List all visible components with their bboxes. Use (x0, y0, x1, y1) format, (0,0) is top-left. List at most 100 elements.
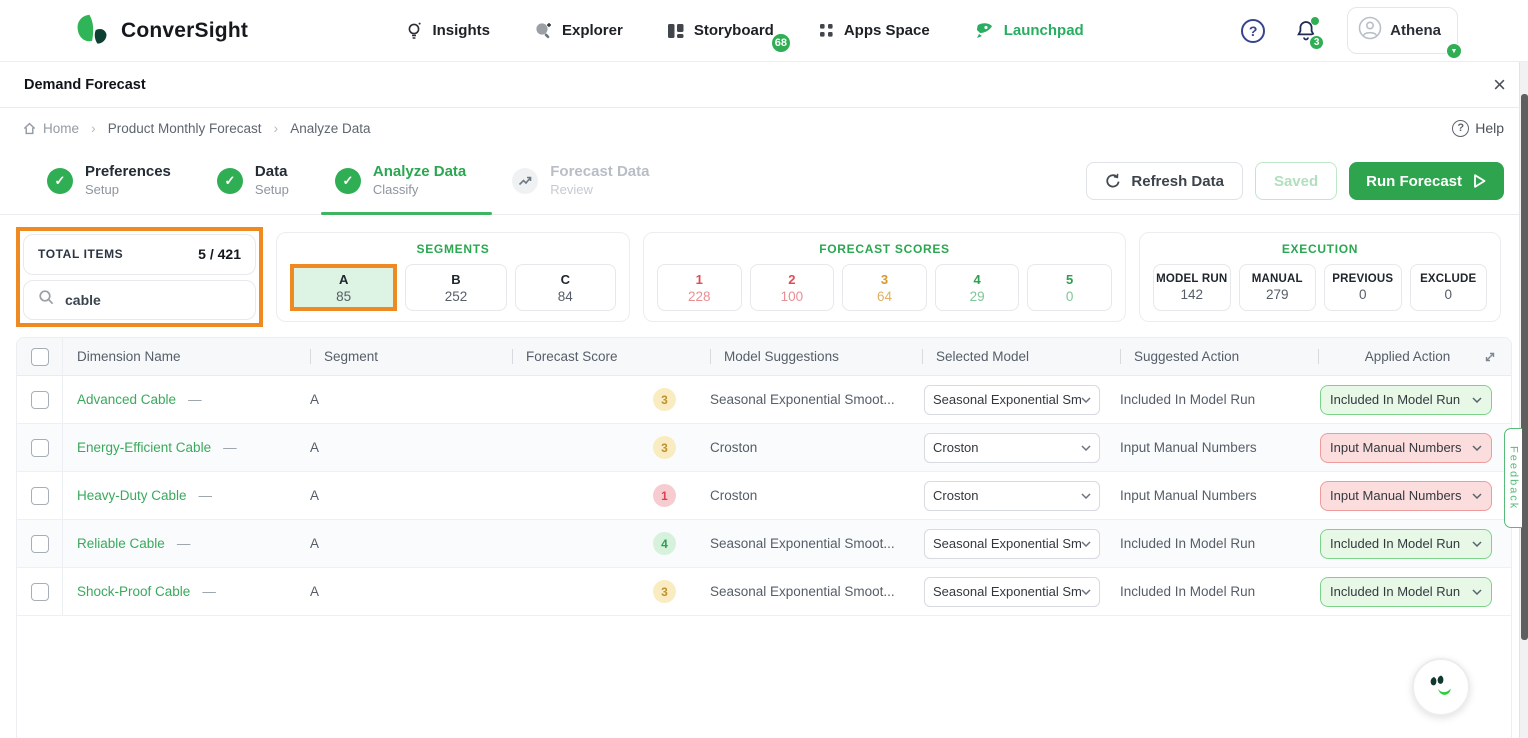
storyboard-count-badge: 68 (770, 32, 792, 54)
score-card-4[interactable]: 4 29 (935, 264, 1020, 311)
scrollbar-thumb[interactable] (1521, 94, 1528, 640)
execution-card-model-run[interactable]: MODEL RUN 142 (1153, 264, 1231, 311)
dimension-name-link[interactable]: Shock-Proof Cable (77, 584, 190, 599)
select-all-checkbox[interactable] (31, 348, 49, 366)
dimension-name-link[interactable]: Reliable Cable (77, 536, 165, 551)
refresh-data-button[interactable]: Refresh Data (1086, 162, 1243, 200)
search-box[interactable] (23, 280, 256, 321)
modal-titlebar: Demand Forecast × (0, 62, 1528, 108)
saved-button[interactable]: Saved (1255, 162, 1337, 200)
row-dash: — (188, 392, 202, 407)
selected-model-dropdown[interactable]: Seasonal Exponential Smoothing (924, 577, 1100, 607)
row-checkbox[interactable] (31, 535, 49, 553)
selected-model-dropdown[interactable]: Croston (924, 433, 1100, 463)
forecast-score-badge: 3 (653, 388, 676, 411)
feedback-tab[interactable]: Feedback (1504, 428, 1522, 528)
chevron-down-icon (1472, 541, 1482, 547)
table-row: Shock-Proof Cable — A 3 Seasonal Exponen… (17, 568, 1511, 616)
scrollbar-track[interactable] (1519, 62, 1528, 738)
step-analyze-data[interactable]: ✓ Analyze Data Classify (335, 148, 466, 214)
applied-action-dropdown[interactable]: Included In Model Run (1320, 529, 1492, 559)
table-row: Heavy-Duty Cable — A 1 Croston Croston I… (17, 472, 1511, 520)
filter-panels: TOTAL ITEMS 5 / 421 SEGMENTS A 85 (16, 227, 1512, 327)
total-items-card: TOTAL ITEMS 5 / 421 (23, 234, 256, 275)
selected-model-dropdown[interactable]: Seasonal Exponential Smoothing (924, 385, 1100, 415)
chevron-down-icon (1081, 541, 1091, 547)
breadcrumb-home[interactable]: Home (22, 121, 79, 136)
col-suggested-action: Suggested Action (1106, 349, 1304, 364)
brand-name: ConverSight (121, 19, 248, 43)
breadcrumb-item[interactable]: Product Monthly Forecast (108, 121, 262, 136)
forecast-score-badge: 4 (653, 532, 676, 555)
nav-item-apps-space[interactable]: Apps Space (818, 22, 930, 39)
user-menu[interactable]: Athena (1347, 7, 1458, 54)
user-dropdown-arrow-icon[interactable] (1446, 43, 1462, 59)
chevron-down-icon (1081, 445, 1091, 451)
brand-logo[interactable]: ConverSight (75, 13, 248, 49)
launchpad-rocket-icon (974, 21, 995, 41)
applied-action-dropdown[interactable]: Included In Model Run (1320, 577, 1492, 607)
score-card-3[interactable]: 3 64 (842, 264, 927, 311)
segments-title: SEGMENTS (290, 242, 616, 256)
nav-item-insights[interactable]: Insights (405, 21, 490, 41)
segment-card-b[interactable]: B 252 (405, 264, 506, 311)
score-card-1[interactable]: 1 228 (657, 264, 742, 311)
step-preferences[interactable]: ✓ Preferences Setup (47, 148, 171, 214)
selected-model-dropdown[interactable]: Seasonal Exponential Smoothing (924, 529, 1100, 559)
help-link[interactable]: Help (1452, 120, 1504, 137)
forecast-score-badge: 3 (653, 580, 676, 603)
nav-item-label: Insights (432, 22, 490, 39)
chevron-down-icon (1081, 493, 1091, 499)
breadcrumb-separator-icon: › (274, 120, 279, 136)
close-icon[interactable]: × (1493, 74, 1506, 96)
help-circle-icon[interactable] (1241, 19, 1265, 43)
model-suggestion: Seasonal Exponential Smoot... (696, 392, 908, 407)
modal-title: Demand Forecast (24, 77, 146, 93)
execution-card-previous[interactable]: PREVIOUS 0 (1324, 264, 1402, 311)
refresh-icon (1105, 173, 1121, 189)
selected-model-dropdown[interactable]: Croston (924, 481, 1100, 511)
score-card-5[interactable]: 5 0 (1027, 264, 1112, 311)
check-circle-icon: ✓ (335, 168, 361, 194)
applied-action-dropdown[interactable]: Input Manual Numbers (1320, 433, 1492, 463)
search-input[interactable] (65, 292, 205, 308)
home-icon (22, 121, 37, 136)
conversight-smiley-icon (1424, 670, 1458, 704)
step-forecast-data[interactable]: Forecast Data Review (512, 148, 649, 214)
segment-card-a[interactable]: A 85 (290, 264, 397, 311)
nav-item-storyboard[interactable]: Storyboard 68 (667, 22, 774, 40)
storyboard-icon (667, 22, 685, 40)
execution-title: EXECUTION (1153, 242, 1487, 256)
col-selected-model: Selected Model (908, 349, 1106, 364)
execution-card-manual[interactable]: MANUAL 279 (1239, 264, 1317, 311)
notification-dot (1311, 17, 1319, 25)
row-checkbox[interactable] (31, 487, 49, 505)
score-card-2[interactable]: 2 100 (750, 264, 835, 311)
dimension-name-link[interactable]: Advanced Cable (77, 392, 176, 407)
insights-bulb-icon (405, 21, 423, 41)
row-checkbox[interactable] (31, 391, 49, 409)
chevron-down-icon (1472, 589, 1482, 595)
suggested-action: Input Manual Numbers (1106, 488, 1304, 503)
assistant-chat-bubble[interactable] (1412, 658, 1470, 716)
run-forecast-button[interactable]: Run Forecast (1349, 162, 1504, 200)
notifications-bell-icon[interactable]: 3 (1295, 19, 1317, 43)
primary-nav: Insights Explorer (405, 21, 1083, 41)
nav-item-label: Storyboard (694, 22, 774, 39)
page: ConverSight Insights (0, 0, 1528, 738)
conversight-logo-icon (75, 13, 111, 49)
nav-item-launchpad[interactable]: Launchpad (974, 21, 1084, 41)
row-checkbox[interactable] (31, 439, 49, 457)
action-buttons: Refresh Data Saved Run Forecast (1086, 162, 1504, 200)
dimension-name-link[interactable]: Heavy-Duty Cable (77, 488, 187, 503)
expand-table-icon[interactable] (1483, 350, 1497, 364)
nav-item-explorer[interactable]: Explorer (534, 21, 623, 40)
segment-card-c[interactable]: C 84 (515, 264, 616, 311)
chevron-down-icon (1081, 589, 1091, 595)
execution-card-exclude[interactable]: EXCLUDE 0 (1410, 264, 1488, 311)
applied-action-dropdown[interactable]: Input Manual Numbers (1320, 481, 1492, 511)
step-data[interactable]: ✓ Data Setup (217, 148, 289, 214)
applied-action-dropdown[interactable]: Included In Model Run (1320, 385, 1492, 415)
dimension-name-link[interactable]: Energy-Efficient Cable (77, 440, 211, 455)
row-checkbox[interactable] (31, 583, 49, 601)
